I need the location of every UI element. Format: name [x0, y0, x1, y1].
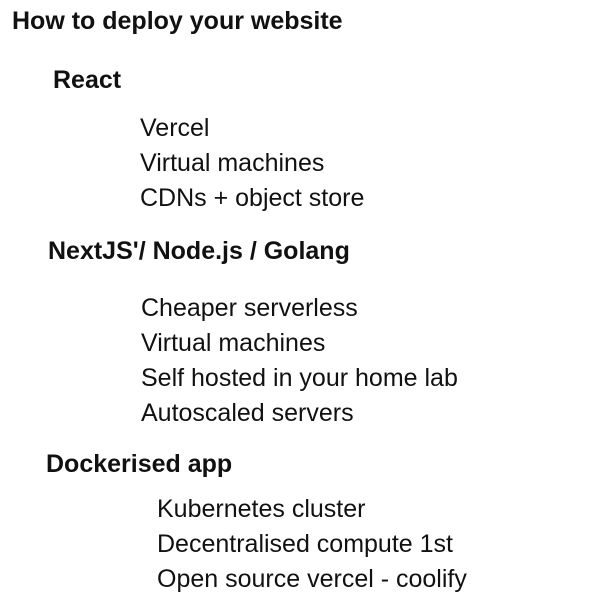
slide: How to deploy your website React Vercel …	[0, 0, 606, 614]
page-title: How to deploy your website	[12, 7, 343, 35]
list-item: Autoscaled servers	[141, 399, 354, 427]
section-heading-react: React	[53, 66, 122, 94]
list-item: Cheaper serverless	[141, 294, 358, 322]
nextjs-options-list: Cheaper serverless Virtual machines Self…	[141, 291, 458, 431]
section-heading-dockerised-app: Dockerised app	[46, 450, 233, 478]
list-item: CDNs + object store	[140, 184, 365, 212]
docker-options-list: Kubernetes cluster Decentralised compute…	[157, 492, 467, 597]
list-item: Open source vercel - coolify	[157, 565, 467, 593]
list-item: Self hosted in your home lab	[141, 364, 458, 392]
list-item: Virtual machines	[141, 329, 326, 357]
react-options-list: Vercel Virtual machines CDNs + object st…	[140, 111, 364, 216]
section-heading-nextjs-node-golang: NextJS'/ Node.js / Golang	[48, 237, 350, 265]
list-item: Vercel	[140, 114, 210, 142]
list-item: Decentralised compute 1st	[157, 530, 453, 558]
list-item: Kubernetes cluster	[157, 495, 366, 523]
list-item: Virtual machines	[140, 149, 325, 177]
